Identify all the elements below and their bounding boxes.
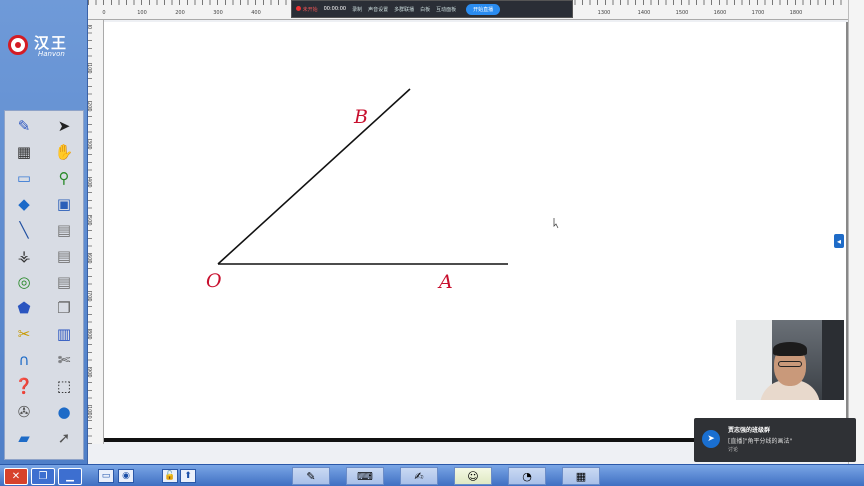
ruler-tick: 1800 <box>789 10 803 16</box>
ruler-tick: 900 <box>86 368 92 378</box>
taskbar-app-edit[interactable]: ✎ <box>292 467 330 485</box>
ruler-tick: 0 <box>102 10 106 16</box>
ruler-tick: 200 <box>175 10 185 16</box>
cut-icon[interactable]: ✄ <box>51 349 77 371</box>
logo-icon <box>8 35 28 55</box>
page-icon[interactable]: ▤ <box>51 219 77 241</box>
point-label-a: A <box>439 271 453 293</box>
paste-icon[interactable]: ▥ <box>51 323 77 345</box>
close-button[interactable]: ✕ <box>4 468 28 485</box>
minimize-button[interactable]: ▁ <box>58 468 82 485</box>
recording-toolbar: 未开始 00:00:00 录制 声音设置 多群联播 白板 互动面板 开始直播 <box>291 0 573 18</box>
fill-bucket-icon[interactable]: ◆ <box>11 193 37 215</box>
ruler-tick: 1600 <box>713 10 727 16</box>
notification-message: [直播]"角平分线的画法" <box>728 438 793 445</box>
right-scroll-strip[interactable] <box>848 0 864 464</box>
multi-group-button[interactable]: 多群联播 <box>394 6 414 13</box>
audio-settings-button[interactable]: 声音设置 <box>368 6 388 13</box>
record-status: 未开始 <box>296 5 318 13</box>
line-icon[interactable]: ╲ <box>11 219 37 241</box>
webcam-person-hair <box>773 342 807 356</box>
ruler-tick: 700 <box>86 292 92 302</box>
ruler-tick: 1400 <box>637 10 651 16</box>
taskbar-app-grid[interactable]: ▦ <box>562 467 600 485</box>
zoom-icon[interactable]: ⚲ <box>51 167 77 189</box>
expand-panel-icon[interactable]: ◂ <box>834 234 844 248</box>
logo-subtitle: Hanvon <box>38 50 65 58</box>
webcam-door <box>822 320 844 400</box>
compass-icon[interactable]: ⚶ <box>11 245 37 267</box>
notification-title: 贾志强的班级群 <box>728 427 771 434</box>
shapes-icon[interactable]: ◎ <box>11 271 37 293</box>
webcam-preview <box>736 320 844 400</box>
ruler-tick: 600 <box>86 254 92 264</box>
ruler-icon[interactable]: ✂ <box>11 323 37 345</box>
record-icon[interactable]: ● <box>51 401 77 423</box>
record-timer: 00:00:00 <box>323 6 347 12</box>
save-icon[interactable]: ▣ <box>51 193 77 215</box>
ruler-tick: 100 <box>86 64 92 74</box>
interaction-panel-button[interactable]: 互动面板 <box>436 6 456 13</box>
select-icon[interactable]: ⬚ <box>51 375 77 397</box>
arrow-cursor-icon[interactable]: ➤ <box>51 115 77 137</box>
point-label-o: O <box>206 270 222 292</box>
bottom-toolbar: ✕ ❐ ▁ ▭ ◉ 🔓 ⬆ ✎ ⌨ ✍ ☺ ◔ ▦ <box>0 464 864 486</box>
mouse-cursor-icon <box>553 218 559 229</box>
upload-icon[interactable]: ⬆ <box>180 469 196 483</box>
browser-icon[interactable]: ◉ <box>118 469 134 483</box>
ruler-tick: 400 <box>251 10 261 16</box>
ruler-tick: 100 <box>137 10 147 16</box>
lock-icon[interactable]: 🔓 <box>162 469 178 483</box>
page-icon[interactable]: ▤ <box>51 245 77 267</box>
restore-button[interactable]: ❐ <box>31 468 55 485</box>
export-icon[interactable]: ➚ <box>51 427 77 449</box>
webcam-person-glasses <box>778 361 802 367</box>
hand-icon[interactable]: ✋ <box>51 141 77 163</box>
eraser-icon[interactable]: ▭ <box>11 167 37 189</box>
ruler-tick: 300 <box>213 10 223 16</box>
whiteboard-button[interactable]: 白板 <box>420 6 430 13</box>
copy-icon[interactable]: ❐ <box>51 297 77 319</box>
ruler-tick: 1500 <box>675 10 689 16</box>
ruler-tick: 1000 <box>86 406 92 419</box>
taskbar-app-write[interactable]: ✍ <box>400 467 438 485</box>
ruler-tick: 800 <box>86 330 92 340</box>
notification-subtext: 讨论 <box>728 447 739 453</box>
brush-icon[interactable]: ▦ <box>11 141 37 163</box>
ruler-tick: 500 <box>86 216 92 226</box>
tool-grid: ✎ ➤ ▦ ✋ ▭ ⚲ ◆ ▣ ╲ ▤ ⚶ ▤ ◎ ▤ ⬟ ❐ ✂ ▥ ∩ ✄ … <box>4 110 84 460</box>
ruler-vertical: 0 100 200 300 400 500 600 700 800 900 10… <box>86 20 104 444</box>
help-icon[interactable]: ❓ <box>11 375 37 397</box>
point-label-b: B <box>354 106 368 128</box>
magnet-icon[interactable]: ∩ <box>11 349 37 371</box>
whiteboard-app: 汉王 Hanvon ✎ ➤ ▦ ✋ ▭ ⚲ ◆ ▣ ╲ ▤ ⚶ ▤ ◎ ▤ ⬟ … <box>0 0 864 486</box>
ruler-tick: 300 <box>86 140 92 150</box>
live-notify-icon: ➤ <box>702 430 720 448</box>
ruler-tick: 0 <box>86 26 92 30</box>
record-dot-icon <box>296 5 301 11</box>
record-button[interactable]: 录制 <box>352 6 362 13</box>
ruler-tick: 1700 <box>751 10 765 16</box>
start-live-button[interactable]: 开始直播 <box>466 3 501 15</box>
wrench-icon[interactable]: ✇ <box>11 401 37 423</box>
ruler-tick: 1300 <box>597 10 611 16</box>
solids-icon[interactable]: ⬟ <box>11 297 37 319</box>
taskbar-app-keyboard[interactable]: ⌨ <box>346 467 384 485</box>
taskbar-app-chart[interactable]: ◔ <box>508 467 546 485</box>
folder-icon[interactable]: ▰ <box>11 427 37 449</box>
logo: 汉王 Hanvon <box>0 0 88 108</box>
window-icon[interactable]: ▭ <box>98 469 114 483</box>
ray-ob <box>217 88 411 265</box>
page-icon[interactable]: ▤ <box>51 271 77 293</box>
ruler-tick: 400 <box>86 178 92 188</box>
taskbar-app-people[interactable]: ☺ <box>454 467 492 485</box>
ruler-tick: 200 <box>86 102 92 112</box>
notification-toast[interactable]: ➤ 贾志强的班级群 [直播]"角平分线的画法" 讨论 <box>694 418 856 462</box>
pen-icon[interactable]: ✎ <box>11 115 37 137</box>
left-tool-panel: 汉王 Hanvon ✎ ➤ ▦ ✋ ▭ ⚲ ◆ ▣ ╲ ▤ ⚶ ▤ ◎ ▤ ⬟ … <box>0 0 88 464</box>
